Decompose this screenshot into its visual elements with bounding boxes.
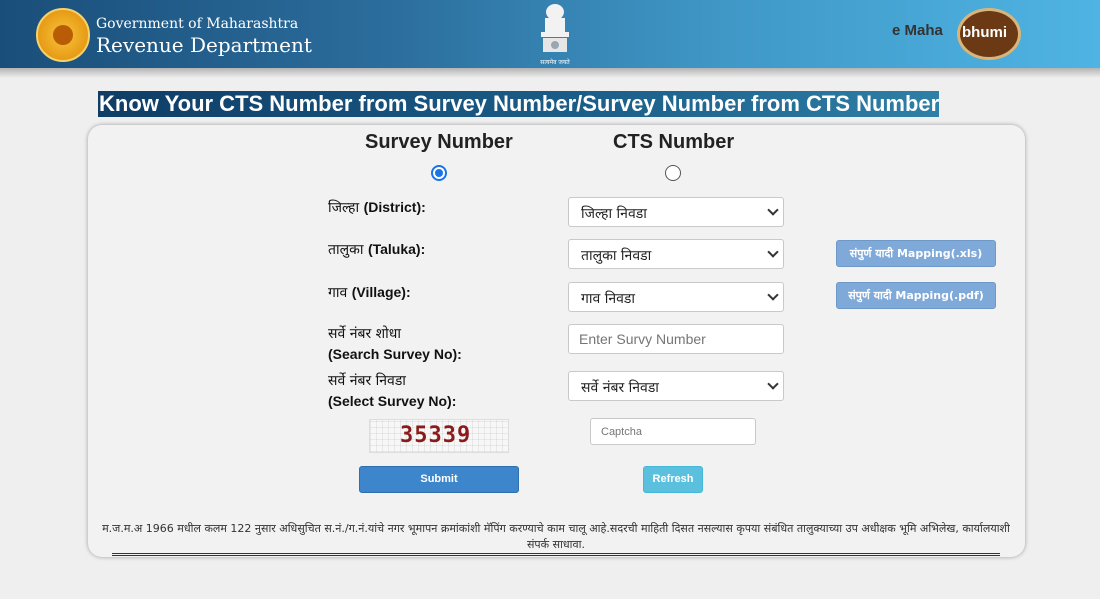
taluka-label-en: (Taluka): xyxy=(367,241,426,257)
district-label-mr: जिल्हा xyxy=(328,200,360,216)
refresh-button[interactable]: Refresh xyxy=(643,466,703,493)
village-label-en: (Village): xyxy=(351,284,411,300)
village-select[interactable]: गाव निवडा xyxy=(568,282,784,312)
district-select-value: जिल्हा निवडा xyxy=(581,206,647,222)
site-header: Government of Maharashtra Revenue Depart… xyxy=(0,0,1100,68)
info-note: म.ज.म.अ 1966 मधील कलम 122 नुसार अधिसुचित… xyxy=(102,522,1010,551)
chevron-down-icon xyxy=(767,246,779,258)
captcha-image: 35339 xyxy=(369,419,509,453)
department-name: Revenue Department xyxy=(96,33,312,57)
search-survey-input[interactable] xyxy=(568,324,784,354)
taluka-select[interactable]: तालुका निवडा xyxy=(568,239,784,269)
submit-button[interactable]: Submit xyxy=(359,466,519,493)
survey-number-select[interactable]: सर्वे नंबर निवडा xyxy=(568,371,784,401)
option-survey-label: Survey Number xyxy=(365,131,513,153)
district-select[interactable]: जिल्हा निवडा xyxy=(568,197,784,227)
radio-cts-number[interactable] xyxy=(665,165,681,181)
search-survey-label: सर्वे नंबर शोधा (Search Survey No): xyxy=(328,324,462,365)
select-survey-label: सर्वे नंबर निवडा (Select Survey No): xyxy=(328,371,456,412)
form-card xyxy=(88,125,1025,557)
taluka-select-value: तालुका निवडा xyxy=(581,248,652,264)
district-label-en: (District): xyxy=(363,199,426,215)
national-emblem-icon xyxy=(541,4,569,52)
mapping-xls-button[interactable]: संपुर्ण यादी Mapping(.xls) xyxy=(836,240,996,267)
option-cts-label: CTS Number xyxy=(613,131,735,153)
district-label: जिल्हा (District): xyxy=(328,198,426,217)
maharashtra-seal-icon xyxy=(36,8,90,62)
gov-name: Government of Maharashtra xyxy=(96,16,299,32)
page-title: Know Your CTS Number from Survey Number/… xyxy=(98,91,940,117)
radio-survey-number[interactable] xyxy=(431,165,447,181)
taluka-label: तालुका (Taluka): xyxy=(328,240,425,259)
survey-number-select-value: सर्वे नंबर निवडा xyxy=(581,380,659,396)
chevron-down-icon xyxy=(767,204,779,216)
village-select-value: गाव निवडा xyxy=(581,291,636,307)
chevron-down-icon xyxy=(767,289,779,301)
captcha-code: 35339 xyxy=(400,423,472,448)
taluka-label-mr: तालुका xyxy=(328,242,364,258)
select-survey-label-mr: सर्वे नंबर निवडा xyxy=(328,373,406,389)
chevron-down-icon xyxy=(767,378,779,390)
search-survey-label-en: (Search Survey No): xyxy=(328,346,462,362)
emblem-motto: सत्यमेव जयते xyxy=(540,59,570,66)
select-survey-label-en: (Select Survey No): xyxy=(328,393,457,409)
search-survey-label-mr: सर्वे नंबर शोधा xyxy=(328,326,402,342)
brand-text-bhumi: bhumi xyxy=(962,24,1007,41)
village-label-mr: गाव xyxy=(328,285,348,301)
divider xyxy=(112,553,1000,556)
header-shadow xyxy=(0,68,1100,78)
village-label: गाव (Village): xyxy=(328,283,411,302)
mapping-pdf-button[interactable]: संपुर्ण यादी Mapping(.pdf) xyxy=(836,282,996,309)
brand-text-emaha: e Maha xyxy=(892,22,943,39)
captcha-input[interactable] xyxy=(590,418,756,445)
